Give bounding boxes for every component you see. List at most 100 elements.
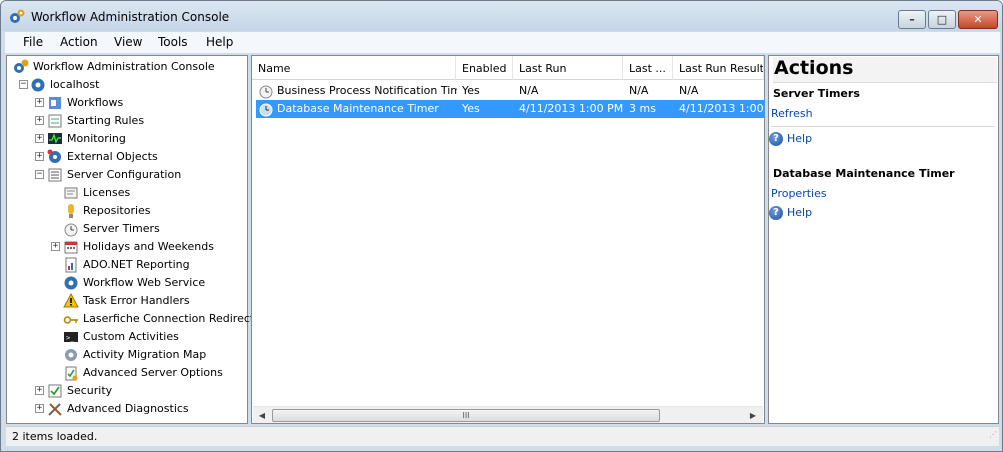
- timer-icon: [259, 85, 273, 99]
- status-bar: 2 items loaded. ⋰: [6, 426, 999, 446]
- custom-activities-icon: >_: [64, 332, 78, 342]
- section-title-server-timers: Server Timers: [773, 87, 860, 100]
- expand-icon[interactable]: +: [35, 404, 44, 413]
- maximize-button[interactable]: □: [928, 10, 956, 29]
- scroll-right-icon[interactable]: ▶: [746, 409, 760, 422]
- tree-label-external-objects: External Objects: [67, 150, 158, 163]
- column-header-last-duration[interactable]: Last ...: [623, 56, 673, 80]
- minimize-button[interactable]: –: [898, 10, 926, 29]
- menu-help[interactable]: Help: [206, 35, 233, 49]
- cell-enabled: Yes: [462, 84, 480, 97]
- tree-item-server-configuration[interactable]: − Server Configuration: [7, 166, 247, 184]
- tree-item-server-timers[interactable]: Server Timers: [7, 220, 247, 238]
- menu-bar: File Action View Tools Help: [5, 32, 1000, 53]
- minimize-icon: –: [909, 13, 915, 26]
- tree-label-monitoring: Monitoring: [67, 132, 126, 145]
- table-row[interactable]: Business Process Notification Timer Yes …: [256, 82, 765, 100]
- help-icon[interactable]: ?: [769, 206, 783, 220]
- warning-icon: [63, 293, 79, 308]
- tree-item-workflows[interactable]: + Workflows: [7, 94, 247, 112]
- maximize-icon: □: [936, 13, 948, 26]
- column-header-last-run-result[interactable]: Last Run Result: [673, 56, 764, 80]
- tree-item-security[interactable]: + Security: [7, 382, 247, 400]
- server-gear-icon: [31, 78, 45, 92]
- help-link[interactable]: Help: [787, 206, 812, 219]
- expand-icon[interactable]: +: [35, 134, 44, 143]
- tree-item-localhost[interactable]: − localhost: [7, 76, 247, 94]
- tree-item-repositories[interactable]: Repositories: [7, 202, 247, 220]
- timer-icon: [259, 103, 273, 117]
- table-row-selected[interactable]: Database Maintenance Timer Yes 4/11/2013…: [256, 100, 765, 118]
- column-header-name[interactable]: Name: [252, 56, 456, 80]
- web-service-icon: [64, 276, 78, 290]
- navigation-tree[interactable]: Workflow Administration Console − localh…: [6, 55, 260, 424]
- tree-item-holidays[interactable]: + Holidays and Weekends: [7, 238, 247, 256]
- refresh-link[interactable]: Refresh: [771, 107, 813, 120]
- horizontal-scrollbar[interactable]: ◀ III ▶: [253, 406, 763, 423]
- actions-pane: Actions Server Timers Refresh ? Help Dat…: [768, 55, 999, 424]
- console-icon: [14, 59, 29, 73]
- status-text: 2 items loaded.: [12, 430, 98, 443]
- tree-item-activity-migration-map[interactable]: Activity Migration Map: [7, 346, 247, 364]
- tree-label-ado-net-reporting: ADO.NET Reporting: [83, 258, 190, 271]
- actions-title: Actions: [773, 57, 997, 83]
- expand-icon[interactable]: +: [35, 386, 44, 395]
- column-header-last-run[interactable]: Last Run: [513, 56, 623, 80]
- resize-grip-icon[interactable]: ⋰: [985, 431, 997, 444]
- help-link[interactable]: Help: [787, 132, 812, 145]
- expand-icon[interactable]: +: [35, 152, 44, 161]
- scroll-grip-icon: III: [462, 411, 470, 420]
- tree-label-workflows: Workflows: [67, 96, 124, 109]
- svg-text:>_: >_: [66, 334, 75, 342]
- tree-label-server-timers: Server Timers: [83, 222, 160, 235]
- tree-label-repositories: Repositories: [83, 204, 151, 217]
- tree-label-holidays: Holidays and Weekends: [83, 240, 214, 253]
- tree-item-task-error-handlers[interactable]: Task Error Handlers: [7, 292, 247, 310]
- tree-item-starting-rules[interactable]: + Starting Rules: [7, 112, 247, 130]
- menu-action[interactable]: Action: [60, 35, 98, 49]
- properties-link[interactable]: Properties: [771, 187, 827, 200]
- workflow-gear-icon: [10, 9, 25, 23]
- tree-item-licenses[interactable]: Licenses: [7, 184, 247, 202]
- menu-view[interactable]: View: [114, 35, 142, 49]
- tree-label-starting-rules: Starting Rules: [67, 114, 145, 127]
- diagnostics-icon: [48, 403, 62, 416]
- calendar-icon: [64, 241, 78, 254]
- cell-last-run-result: 4/11/2013 1:00:00: [679, 102, 765, 115]
- tree-label-activity-migration-map: Activity Migration Map: [83, 348, 207, 361]
- repositories-icon: [68, 204, 74, 218]
- collapse-icon[interactable]: −: [19, 80, 28, 89]
- expand-icon[interactable]: +: [35, 98, 44, 107]
- scroll-thumb[interactable]: III: [272, 409, 660, 422]
- scroll-left-icon[interactable]: ◀: [255, 409, 269, 422]
- menu-file[interactable]: File: [23, 35, 43, 49]
- help-icon[interactable]: ?: [769, 132, 783, 146]
- cell-last-run: N/A: [519, 84, 539, 97]
- tree-label-root: Workflow Administration Console: [33, 60, 215, 73]
- tree-item-monitoring[interactable]: + Monitoring: [7, 130, 247, 148]
- starting-rules-icon: [48, 114, 62, 128]
- collapse-icon[interactable]: −: [35, 170, 44, 179]
- timers-list[interactable]: Name Enabled Last Run Last ... Last Run …: [251, 55, 765, 424]
- advanced-options-icon: [65, 366, 78, 381]
- tree-item-advanced-server-options[interactable]: Advanced Server Options: [7, 364, 247, 382]
- section-title-database-maintenance-timer: Database Maintenance Timer: [773, 167, 955, 180]
- expand-icon[interactable]: +: [35, 116, 44, 125]
- tree-item-workflow-web-service[interactable]: Workflow Web Service: [7, 274, 247, 292]
- tree-item-external-objects[interactable]: + External Objects: [7, 148, 247, 166]
- tree-label-advanced-diagnostics: Advanced Diagnostics: [67, 402, 189, 415]
- cell-enabled: Yes: [462, 102, 480, 115]
- tree-item-custom-activities[interactable]: >_ Custom Activities: [7, 328, 247, 346]
- tree-item-root[interactable]: Workflow Administration Console: [7, 58, 247, 76]
- expand-icon[interactable]: +: [51, 242, 60, 251]
- tree-item-ado-net-reporting[interactable]: ADO.NET Reporting: [7, 256, 247, 274]
- tree-item-advanced-diagnostics[interactable]: + Advanced Diagnostics: [7, 400, 247, 418]
- server-timers-icon: [64, 223, 78, 237]
- column-header-enabled[interactable]: Enabled: [456, 56, 513, 80]
- close-button[interactable]: ✕: [958, 10, 998, 29]
- cell-last-run-result: N/A: [679, 84, 699, 97]
- title-bar[interactable]: Workflow Administration Console – □ ✕: [1, 1, 1002, 31]
- tree-item-connection-redirects[interactable]: Laserfiche Connection Redirects: [7, 310, 260, 328]
- cell-last-duration: 3 ms: [629, 102, 656, 115]
- menu-tools[interactable]: Tools: [158, 35, 188, 49]
